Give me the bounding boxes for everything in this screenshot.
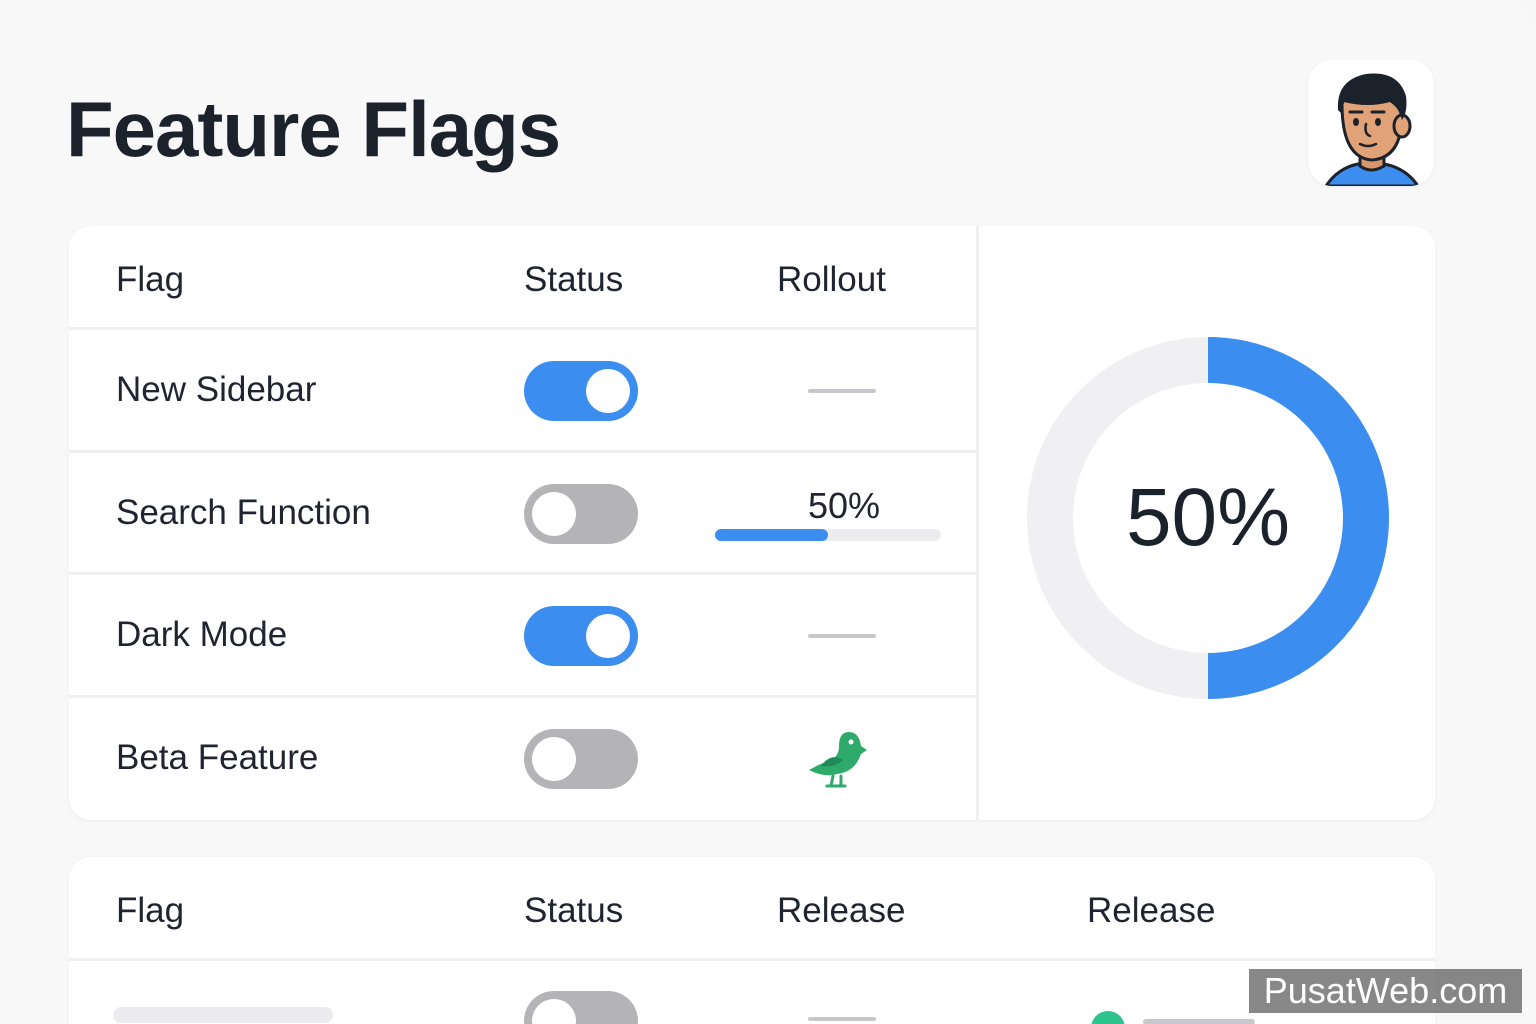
toggle-knob bbox=[532, 737, 576, 781]
release-table-header: Flag Status Release Release bbox=[69, 857, 1435, 961]
donut-percent-label: 50% bbox=[1125, 472, 1291, 563]
header-release-2: Release bbox=[1087, 891, 1216, 930]
rollout-percent: 50% bbox=[808, 485, 881, 526]
release-empty-dash bbox=[808, 1017, 876, 1021]
table-row bbox=[69, 961, 1435, 1024]
release-status-dot bbox=[1091, 1011, 1125, 1024]
header-release: Release bbox=[777, 891, 906, 930]
status-toggle[interactable] bbox=[524, 361, 638, 421]
card-divider bbox=[976, 226, 979, 820]
status-toggle[interactable] bbox=[524, 991, 638, 1024]
table-row: Beta Feature bbox=[69, 698, 977, 820]
header-flag: Flag bbox=[116, 891, 185, 930]
header-rollout: Rollout bbox=[777, 260, 886, 299]
user-avatar[interactable] bbox=[1308, 60, 1434, 186]
toggle-knob bbox=[586, 369, 630, 413]
toggle-knob bbox=[586, 614, 630, 658]
flag-name: New Sidebar bbox=[116, 370, 317, 409]
rollout-progress-fill bbox=[715, 529, 828, 541]
flag-name: Dark Mode bbox=[116, 615, 288, 654]
bird-icon bbox=[809, 732, 867, 788]
header-flag: Flag bbox=[116, 260, 185, 299]
header-status: Status bbox=[524, 260, 624, 299]
rollout-empty-dash bbox=[808, 389, 876, 393]
toggle-knob bbox=[532, 999, 576, 1024]
rollout-empty-dash bbox=[808, 634, 876, 638]
header-status: Status bbox=[524, 891, 624, 930]
table-row: New Sidebar bbox=[69, 330, 977, 453]
release-card: Flag Status Release Release bbox=[69, 857, 1435, 1024]
flag-name: Beta Feature bbox=[116, 738, 319, 777]
rollout-donut-chart: 50% bbox=[1026, 336, 1390, 700]
avatar-illustration bbox=[1324, 73, 1420, 186]
flags-table-header: Flag Status Rollout bbox=[69, 226, 977, 330]
rollout-progress-bar bbox=[715, 529, 941, 541]
toggle-knob bbox=[532, 492, 576, 536]
watermark: PusatWeb.com bbox=[1249, 969, 1522, 1013]
flag-name-skeleton bbox=[113, 1007, 333, 1023]
status-toggle[interactable] bbox=[524, 484, 638, 544]
flag-name: Search Function bbox=[116, 493, 371, 532]
release-skeleton-line bbox=[1143, 1019, 1255, 1024]
status-toggle[interactable] bbox=[524, 606, 638, 666]
status-toggle[interactable] bbox=[524, 729, 638, 789]
flags-card: Flag Status Rollout New Sidebar Search F… bbox=[69, 226, 1435, 820]
table-row: Dark Mode bbox=[69, 575, 977, 698]
page-title: Feature Flags bbox=[66, 85, 561, 173]
table-row: Search Function 50% bbox=[69, 453, 977, 575]
